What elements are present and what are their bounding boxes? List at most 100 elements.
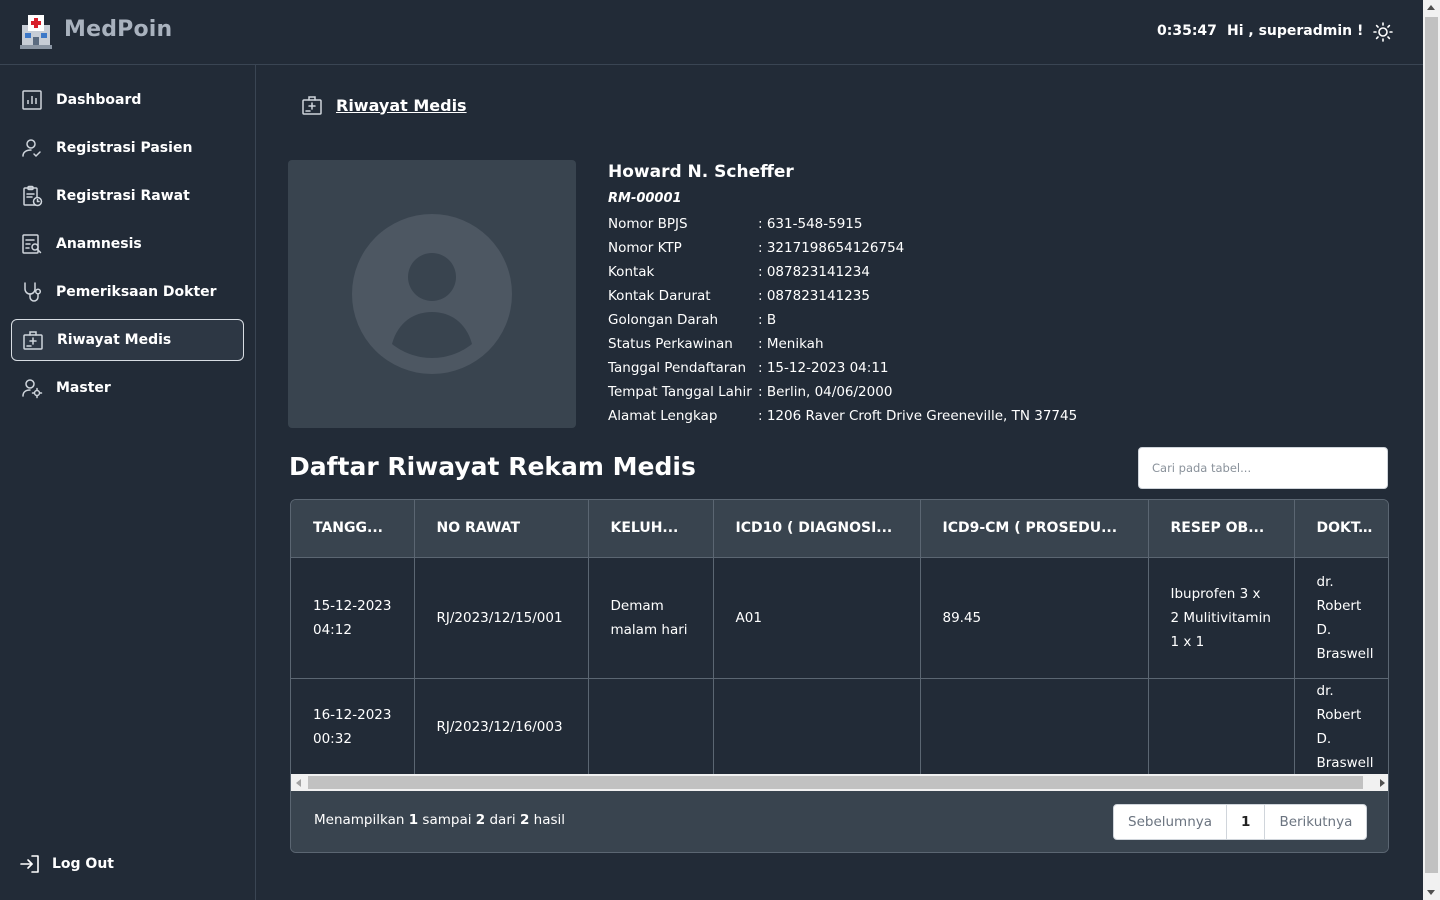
breadcrumb: Riwayat Medis xyxy=(301,94,467,116)
cell-no-rawat: RJ/2023/12/15/001 xyxy=(414,556,589,678)
pagination-summary: Menampilkan 1 sampai 2 dari 2 hasil xyxy=(314,812,565,828)
sidebar-item-label: Pemeriksaan Dokter xyxy=(56,284,217,300)
sidebar-item-anamnesis[interactable]: Anamnesis xyxy=(11,223,244,265)
sidebar-item-label: Registrasi Pasien xyxy=(56,140,193,156)
document-search-icon xyxy=(22,234,42,254)
column-header-no-rawat[interactable]: NO RAWAT xyxy=(414,500,589,557)
column-header-tanggal[interactable]: TANGG... xyxy=(291,500,415,557)
info-value: : Berlin, 04/06/2000 xyxy=(758,384,893,400)
info-kontak: Kontak : 087823141234 xyxy=(608,260,1077,284)
scrollbar-thumb[interactable] xyxy=(308,776,1363,789)
avatar-placeholder-icon xyxy=(352,214,512,374)
page-1-button[interactable]: 1 xyxy=(1227,805,1266,839)
summary-mid2: dari xyxy=(489,812,516,828)
cell-resep: Ibuprofen 3 x 2 Mulitivitamin 1 x 1 xyxy=(1148,556,1295,678)
sidebar-item-label: Dashboard xyxy=(56,92,142,108)
info-label: Kontak Darurat xyxy=(608,288,711,304)
cell-no-rawat: RJ/2023/12/16/003 xyxy=(414,677,589,775)
medical-kit-icon xyxy=(302,96,322,115)
info-label: Nomor BPJS xyxy=(608,216,688,232)
column-header-keluhan[interactable]: KELUH... xyxy=(588,500,714,557)
summary-total: 2 xyxy=(519,812,530,828)
summary-to: 2 xyxy=(475,812,486,828)
logout-button[interactable]: Log Out xyxy=(19,853,114,875)
sidebar-item-master[interactable]: Master xyxy=(11,367,244,409)
column-header-dokter[interactable]: DOKT... xyxy=(1294,500,1388,557)
cell-icd10 xyxy=(713,677,921,775)
scroll-down-arrow-icon[interactable] xyxy=(1427,890,1435,895)
cell-resep xyxy=(1148,677,1295,775)
patient-rm-number: RM-00001 xyxy=(608,191,682,206)
sidebar-item-pemeriksaan-dokter[interactable]: Pemeriksaan Dokter xyxy=(11,271,244,313)
scrollbar-thumb[interactable] xyxy=(1425,17,1438,873)
sidebar-item-registrasi-pasien[interactable]: Registrasi Pasien xyxy=(11,127,244,169)
info-alamat: Alamat Lengkap : 1206 Raver Croft Drive G… xyxy=(608,404,1077,428)
table-footer: Menampilkan 1 sampai 2 dari 2 hasil Sebe… xyxy=(291,791,1388,852)
info-label: Status Perkawinan xyxy=(608,336,733,352)
column-header-icd9[interactable]: ICD9-CM ( PROSEDU... xyxy=(920,500,1149,557)
info-tempat-tanggal-lahir: Tempat Tanggal Lahir : Berlin, 04/06/2000 xyxy=(608,380,1077,404)
info-bpjs: Nomor BPJS : 631-548-5915 xyxy=(608,212,1077,236)
sidebar-item-dashboard[interactable]: Dashboard xyxy=(11,79,244,121)
scroll-left-arrow-icon[interactable] xyxy=(296,779,301,787)
info-label: Golongan Darah xyxy=(608,312,719,328)
scroll-right-arrow-icon[interactable] xyxy=(1380,779,1385,787)
sidebar: Dashboard Registrasi Pasien Registrasi R… xyxy=(0,65,256,900)
info-value: : 631-548-5915 xyxy=(758,216,863,232)
patient-info-list: Nomor BPJS : 631-548-5915 Nomor KTP : 3217… xyxy=(608,212,1077,428)
info-label: Tempat Tanggal Lahir xyxy=(608,384,752,400)
page-vertical-scrollbar[interactable] xyxy=(1423,0,1440,900)
table-row: 16-12-2023 00:32 RJ/2023/12/16/003 dr. R… xyxy=(291,677,1388,775)
breadcrumb-link[interactable]: Riwayat Medis xyxy=(336,96,467,115)
clipboard-clock-icon xyxy=(23,185,43,207)
cell-icd9 xyxy=(920,677,1149,775)
info-tanggal-pendaftaran: Tanggal Pendaftaran: 15-12-2023 04:11 xyxy=(608,356,1077,380)
table-search-input[interactable] xyxy=(1138,447,1388,489)
info-value: : Menikah xyxy=(758,336,824,352)
sidebar-item-registrasi-rawat[interactable]: Registrasi Rawat xyxy=(11,175,244,217)
summary-suffix: hasil xyxy=(533,812,566,828)
info-value: : 087823141234 xyxy=(758,264,870,280)
info-status-perkawinan: Status Perkawinan : Menikah xyxy=(608,332,1077,356)
sidebar-item-label: Master xyxy=(56,380,111,396)
info-label: Nomor KTP xyxy=(608,240,682,256)
column-header-resep[interactable]: RESEP OB... xyxy=(1148,500,1295,557)
prev-page-button[interactable]: Sebelumnya xyxy=(1114,805,1228,839)
summary-prefix: Menampilkan xyxy=(314,812,405,828)
table-horizontal-scrollbar[interactable] xyxy=(291,774,1388,791)
scroll-up-arrow-icon[interactable] xyxy=(1427,5,1435,10)
records-table: TANGG... NO RAWAT KELUH... ICD10 ( DIAGN… xyxy=(291,500,1388,775)
patient-photo xyxy=(288,160,576,428)
sidebar-item-riwayat-medis[interactable]: Riwayat Medis xyxy=(11,319,244,361)
sidebar-item-label: Riwayat Medis xyxy=(57,332,172,348)
summary-mid1: sampai xyxy=(422,812,472,828)
info-label: Alamat Lengkap xyxy=(608,408,718,424)
sun-icon[interactable] xyxy=(1373,22,1393,42)
chart-icon xyxy=(22,90,42,110)
info-kontak-darurat: Kontak Darurat : 087823141235 xyxy=(608,284,1077,308)
info-value: : 087823141235 xyxy=(758,288,870,304)
info-label: Kontak xyxy=(608,264,655,280)
section-title: Daftar Riwayat Rekam Medis xyxy=(289,452,696,481)
user-check-icon xyxy=(22,139,41,158)
summary-from: 1 xyxy=(408,812,419,828)
info-value: : 1206 Raver Croft Drive Greeneville, TN… xyxy=(758,408,1078,424)
cell-keluhan: Demam malam hari xyxy=(588,556,714,678)
cell-dokter: dr. Robert D. Braswell xyxy=(1294,677,1388,775)
cell-tanggal: 16-12-2023 00:32 xyxy=(291,677,415,775)
top-header: MedPoin 0:35:47 Hi , superadmin ! xyxy=(0,0,1423,65)
hospital-logo-icon xyxy=(20,15,52,49)
brand-name[interactable]: MedPoin xyxy=(64,17,172,42)
stethoscope-icon xyxy=(24,282,42,302)
info-value: : 3217198654126754 xyxy=(758,240,905,256)
records-table-container: TANGG... NO RAWAT KELUH... ICD10 ( DIAGN… xyxy=(290,499,1389,853)
clock: 0:35:47 xyxy=(1157,23,1217,39)
medical-kit-icon xyxy=(23,331,43,350)
sidebar-item-label: Anamnesis xyxy=(56,236,142,252)
table-header-row: TANGG... NO RAWAT KELUH... ICD10 ( DIAGN… xyxy=(291,500,1388,557)
next-page-button[interactable]: Berikutnya xyxy=(1265,805,1366,839)
user-gear-icon xyxy=(22,379,43,399)
cell-keluhan xyxy=(588,677,714,775)
sidebar-item-label: Registrasi Rawat xyxy=(56,188,190,204)
column-header-icd10[interactable]: ICD10 ( DIAGNOSI... xyxy=(713,500,921,557)
